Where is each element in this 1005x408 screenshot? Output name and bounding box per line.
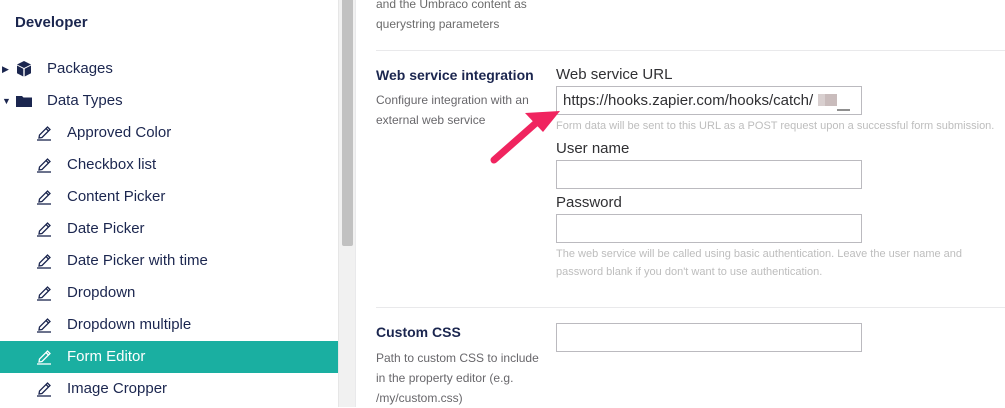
tree-item-label: Dropdown multiple — [67, 316, 192, 333]
divider — [376, 307, 1005, 308]
divider — [376, 50, 1005, 51]
edit-icon — [35, 124, 53, 142]
tree-item-checkbox-list[interactable]: Checkbox list — [0, 149, 338, 181]
tree-item-image-cropper[interactable]: Image Cropper — [0, 373, 338, 405]
password-input[interactable] — [556, 214, 862, 243]
sidebar-scrollbar[interactable] — [338, 0, 355, 407]
tree-item-approved-color[interactable]: Approved Color — [0, 117, 338, 149]
edit-icon — [35, 348, 53, 366]
caret-down-icon[interactable]: ▼ — [2, 96, 12, 106]
folder-icon — [15, 92, 33, 110]
custom-css-input[interactable] — [556, 323, 862, 352]
password-label: Password — [556, 194, 622, 211]
username-input[interactable] — [556, 160, 862, 189]
previous-property-description: and the Umbraco content as querystring p… — [376, 0, 527, 31]
tree-item-label: Dropdown — [67, 284, 136, 301]
main-panel: and the Umbraco content as querystring p… — [355, 0, 1005, 407]
web-service-title: Web service integration — [376, 67, 534, 83]
tree-item-content-picker[interactable]: Content Picker — [0, 181, 338, 213]
edit-icon — [35, 252, 53, 270]
custom-css-title: Custom CSS — [376, 324, 461, 340]
web-service-url-help: Form data will be sent to this URL as a … — [556, 120, 995, 132]
package-icon — [15, 60, 33, 78]
tree-item-data-types[interactable]: ▼ Data Types — [0, 85, 338, 117]
web-service-description: Configure integration with an external w… — [376, 93, 529, 127]
edit-icon — [35, 284, 53, 302]
auth-help: The web service will be called using bas… — [556, 248, 963, 278]
edit-icon — [35, 380, 53, 398]
tree-item-label: Approved Color — [67, 124, 172, 141]
caret-right-icon[interactable]: ▶ — [2, 64, 12, 74]
web-service-url-label: Web service URL — [556, 66, 673, 83]
edit-icon — [35, 316, 53, 334]
tree-item-label: Date Picker with time — [67, 252, 208, 269]
tree-item-label: Data Types — [47, 92, 123, 109]
tree-item-dropdown[interactable]: Dropdown — [0, 277, 338, 309]
tree-item-date-picker[interactable]: Date Picker — [0, 213, 338, 245]
sidebar-title: Developer — [15, 14, 88, 31]
tree-item-packages[interactable]: ▶ Packages — [0, 53, 338, 85]
tree-item-label: Packages — [47, 60, 113, 77]
edit-icon — [35, 188, 53, 206]
tree-item-label: Content Picker — [67, 188, 166, 205]
sidebar: Developer ▶ Packages ▼ Data Types Approv… — [0, 0, 338, 407]
tree-item-label: Form Editor — [67, 348, 146, 365]
settings-card: and the Umbraco content as querystring p… — [355, 0, 1005, 407]
edit-icon — [35, 220, 53, 238]
tree-item-label: Image Cropper — [67, 380, 168, 397]
tree-item-dropdown-multiple[interactable]: Dropdown multiple — [0, 309, 338, 341]
tree-item-label: Date Picker — [67, 220, 145, 237]
username-label: User name — [556, 140, 630, 157]
scrollbar-thumb[interactable] — [342, 0, 353, 246]
redacted-text — [818, 93, 850, 111]
custom-css-description: Path to custom CSS to include in the pro… — [376, 351, 539, 405]
tree-item-date-picker-with-time[interactable]: Date Picker with time — [0, 245, 338, 277]
edit-icon — [35, 156, 53, 174]
tree-item-label: Checkbox list — [67, 156, 157, 173]
tree-item-form-editor[interactable]: Form Editor — [0, 341, 338, 373]
web-service-url-input[interactable] — [556, 86, 862, 115]
